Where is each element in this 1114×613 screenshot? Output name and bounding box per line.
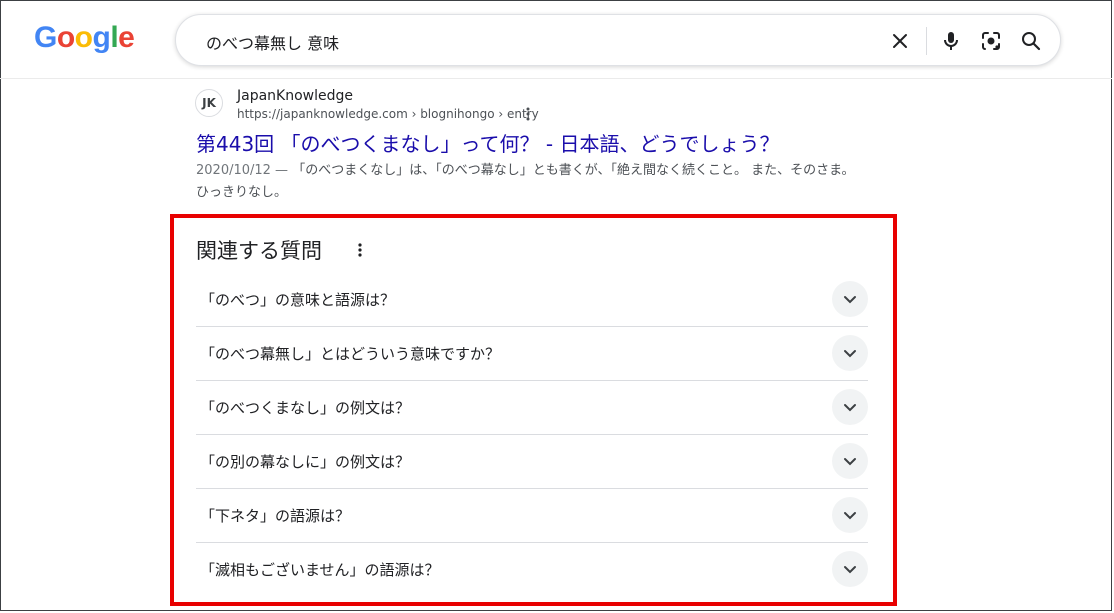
expand-button[interactable]	[832, 497, 868, 533]
related-question[interactable]: 「のべつくまなし」の例文は？	[196, 381, 868, 435]
logo-letter: o	[56, 21, 75, 54]
chevron-down-icon	[844, 404, 856, 412]
result-site-name[interactable]: JapanKnowledge	[237, 88, 353, 104]
chevron-down-icon	[844, 566, 856, 574]
logo-letter: o	[74, 21, 93, 54]
result-title-link[interactable]: 第443回 「のべつくまなし」って何？ - 日本語、どうでしょう？	[196, 128, 779, 157]
search-icon[interactable]	[1019, 29, 1043, 53]
related-questions-list: 「のべつ」の意味と語源は？ 「のべつ幕無し」とはどういう意味ですか？ 「のべつく…	[196, 273, 868, 597]
result-snippet: 2020/10/12 — 「のべつまくなし」は、「のべつ幕なし」とも書くが、「絶…	[196, 160, 866, 204]
snippet-text: 「のべつまくなし」は、「のべつ幕なし」とも書くが、「絶え間なく続くこと。 また、…	[196, 163, 855, 200]
logo-letter: e	[118, 21, 135, 54]
related-question-text: 「のべつくまなし」の例文は？	[200, 399, 411, 417]
related-question-text: 「のべつ」の意味と語源は？	[200, 291, 396, 309]
related-question-text: 「のべつ幕無し」とはどういう意味ですか？	[200, 345, 501, 363]
related-question[interactable]: 「のべつ」の意味と語源は？	[196, 273, 868, 327]
related-question[interactable]: 「のべつ幕無し」とはどういう意味ですか？	[196, 327, 868, 381]
logo-letter: G	[34, 21, 57, 54]
snippet-date: 2020/10/12 —	[196, 163, 293, 178]
chevron-down-icon	[844, 458, 856, 466]
related-question[interactable]: 「の別の幕なしに」の例文は？	[196, 435, 868, 489]
clear-icon[interactable]	[888, 29, 912, 53]
related-question[interactable]: 「滅相もございません」の語源は？	[196, 543, 868, 597]
logo-letter: g	[92, 21, 111, 54]
chevron-down-icon	[844, 296, 856, 304]
search-box[interactable]: のべつ幕無し 意味	[175, 14, 1061, 66]
microphone-icon[interactable]	[939, 29, 963, 53]
logo-letter: l	[110, 21, 119, 54]
search-divider	[926, 27, 927, 55]
related-question-text: 「の別の幕なしに」の例文は？	[200, 453, 411, 471]
result-url[interactable]: https://japanknowledge.com › blognihongo…	[237, 107, 539, 121]
lens-icon[interactable]	[979, 29, 1003, 53]
chevron-down-icon	[844, 350, 856, 358]
expand-button[interactable]	[832, 443, 868, 479]
expand-button[interactable]	[832, 281, 868, 317]
chevron-down-icon	[844, 512, 856, 520]
related-questions-heading: 関連する質問	[196, 239, 322, 263]
expand-button[interactable]	[832, 335, 868, 371]
related-question-text: 「下ネタ」の語源は？	[200, 507, 351, 525]
site-favicon[interactable]: JK	[195, 89, 223, 117]
expand-button[interactable]	[832, 551, 868, 587]
more-options-icon[interactable]	[523, 106, 533, 122]
google-logo[interactable]: Google	[34, 21, 135, 55]
header-divider	[0, 78, 1112, 79]
search-input[interactable]: のべつ幕無し 意味	[206, 30, 339, 54]
related-questions-more-icon[interactable]	[355, 241, 365, 259]
related-question-text: 「滅相もございません」の語源は？	[200, 561, 440, 579]
related-question[interactable]: 「下ネタ」の語源は？	[196, 489, 868, 543]
expand-button[interactable]	[832, 389, 868, 425]
